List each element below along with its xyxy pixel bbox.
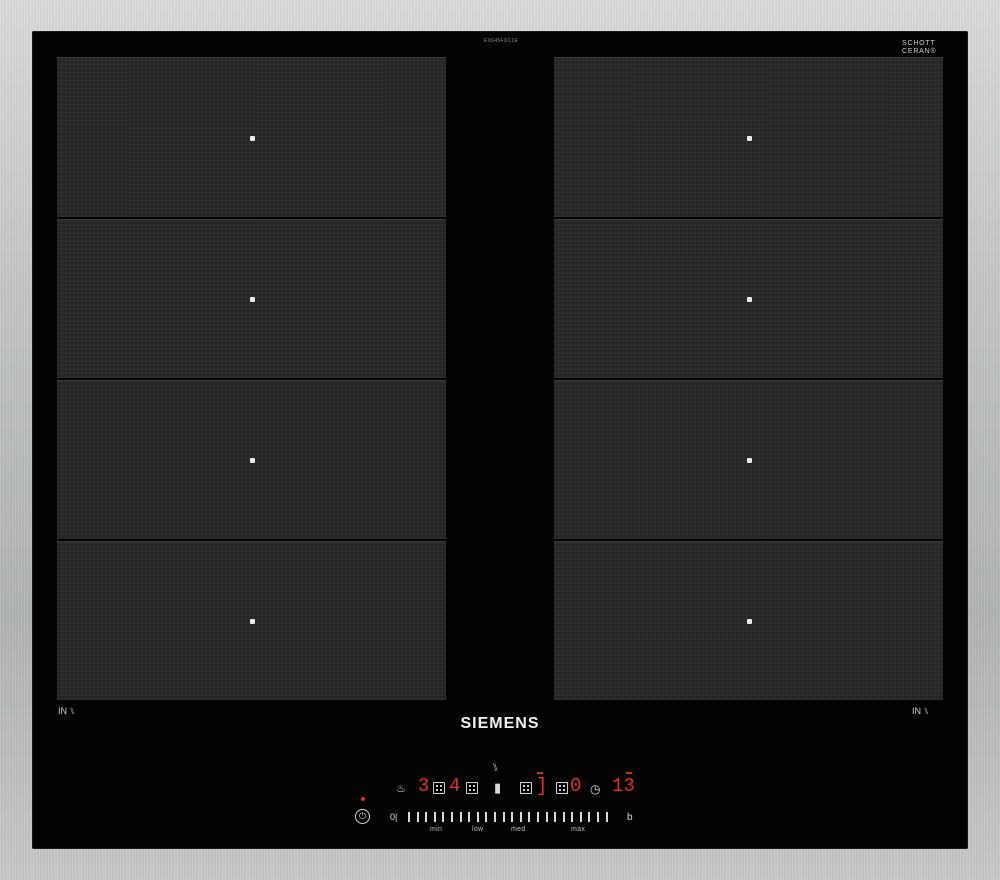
zone-center-mark-icon: [249, 619, 255, 624]
scale-label-max: max: [571, 826, 586, 833]
scale-label-low: low: [472, 826, 484, 833]
left-cooking-zone-1[interactable]: [57, 57, 446, 217]
power-indicator-led: [361, 797, 365, 801]
zero-label[interactable]: 0|: [390, 812, 397, 822]
zone-a-power-level: 3: [418, 775, 430, 797]
timer-clock-icon[interactable]: ◷: [590, 782, 600, 796]
zone-center-mark-icon: [249, 297, 255, 302]
zone-d-select-icon[interactable]: [556, 782, 568, 794]
scale-label-med: med: [511, 826, 526, 833]
zone-b-power-level: 4: [449, 775, 461, 797]
right-cooking-zone-3[interactable]: [554, 380, 943, 539]
power-button[interactable]: ⏻: [355, 809, 370, 824]
cooking-sensor-icon[interactable]: ♨: [396, 782, 406, 795]
right-cooking-zone-2[interactable]: [554, 219, 943, 378]
zone-a-select-icon[interactable]: [433, 782, 445, 794]
panel-lock-icon[interactable]: ▮: [494, 780, 501, 796]
zone-c-power-level: ]: [536, 775, 548, 797]
left-cooking-zone-2[interactable]: [57, 219, 446, 378]
flex-zone-icon[interactable]: ⑊: [492, 762, 499, 774]
zone-center-mark-icon: [746, 458, 752, 463]
left-cooking-zone-4[interactable]: [57, 541, 446, 700]
zone-center-mark-icon: [746, 135, 752, 141]
power-level-slider[interactable]: [408, 812, 608, 822]
timer-display: 13: [612, 775, 635, 797]
boost-button[interactable]: b: [627, 812, 633, 823]
left-cooking-zone-3[interactable]: [57, 380, 446, 539]
scale-label-min: min: [430, 826, 443, 833]
right-cooking-zone-4[interactable]: [554, 541, 943, 700]
zone-center-mark-icon: [249, 135, 255, 141]
glass-maker-logo: SCHOTT CERAN®: [902, 40, 937, 55]
zone-center-mark-icon: [249, 458, 255, 463]
zone-center-mark-icon: [746, 297, 752, 302]
zone-center-mark-icon: [746, 619, 752, 624]
zone-b-select-icon[interactable]: [466, 782, 478, 794]
right-cooking-zone-1[interactable]: [554, 57, 943, 217]
zone-c-select-icon[interactable]: [520, 782, 532, 794]
zone-d-power-level: 0: [570, 775, 582, 797]
brand-logo: SIEMENS: [460, 715, 540, 732]
serial-text: EX645FXC1E: [484, 38, 519, 44]
